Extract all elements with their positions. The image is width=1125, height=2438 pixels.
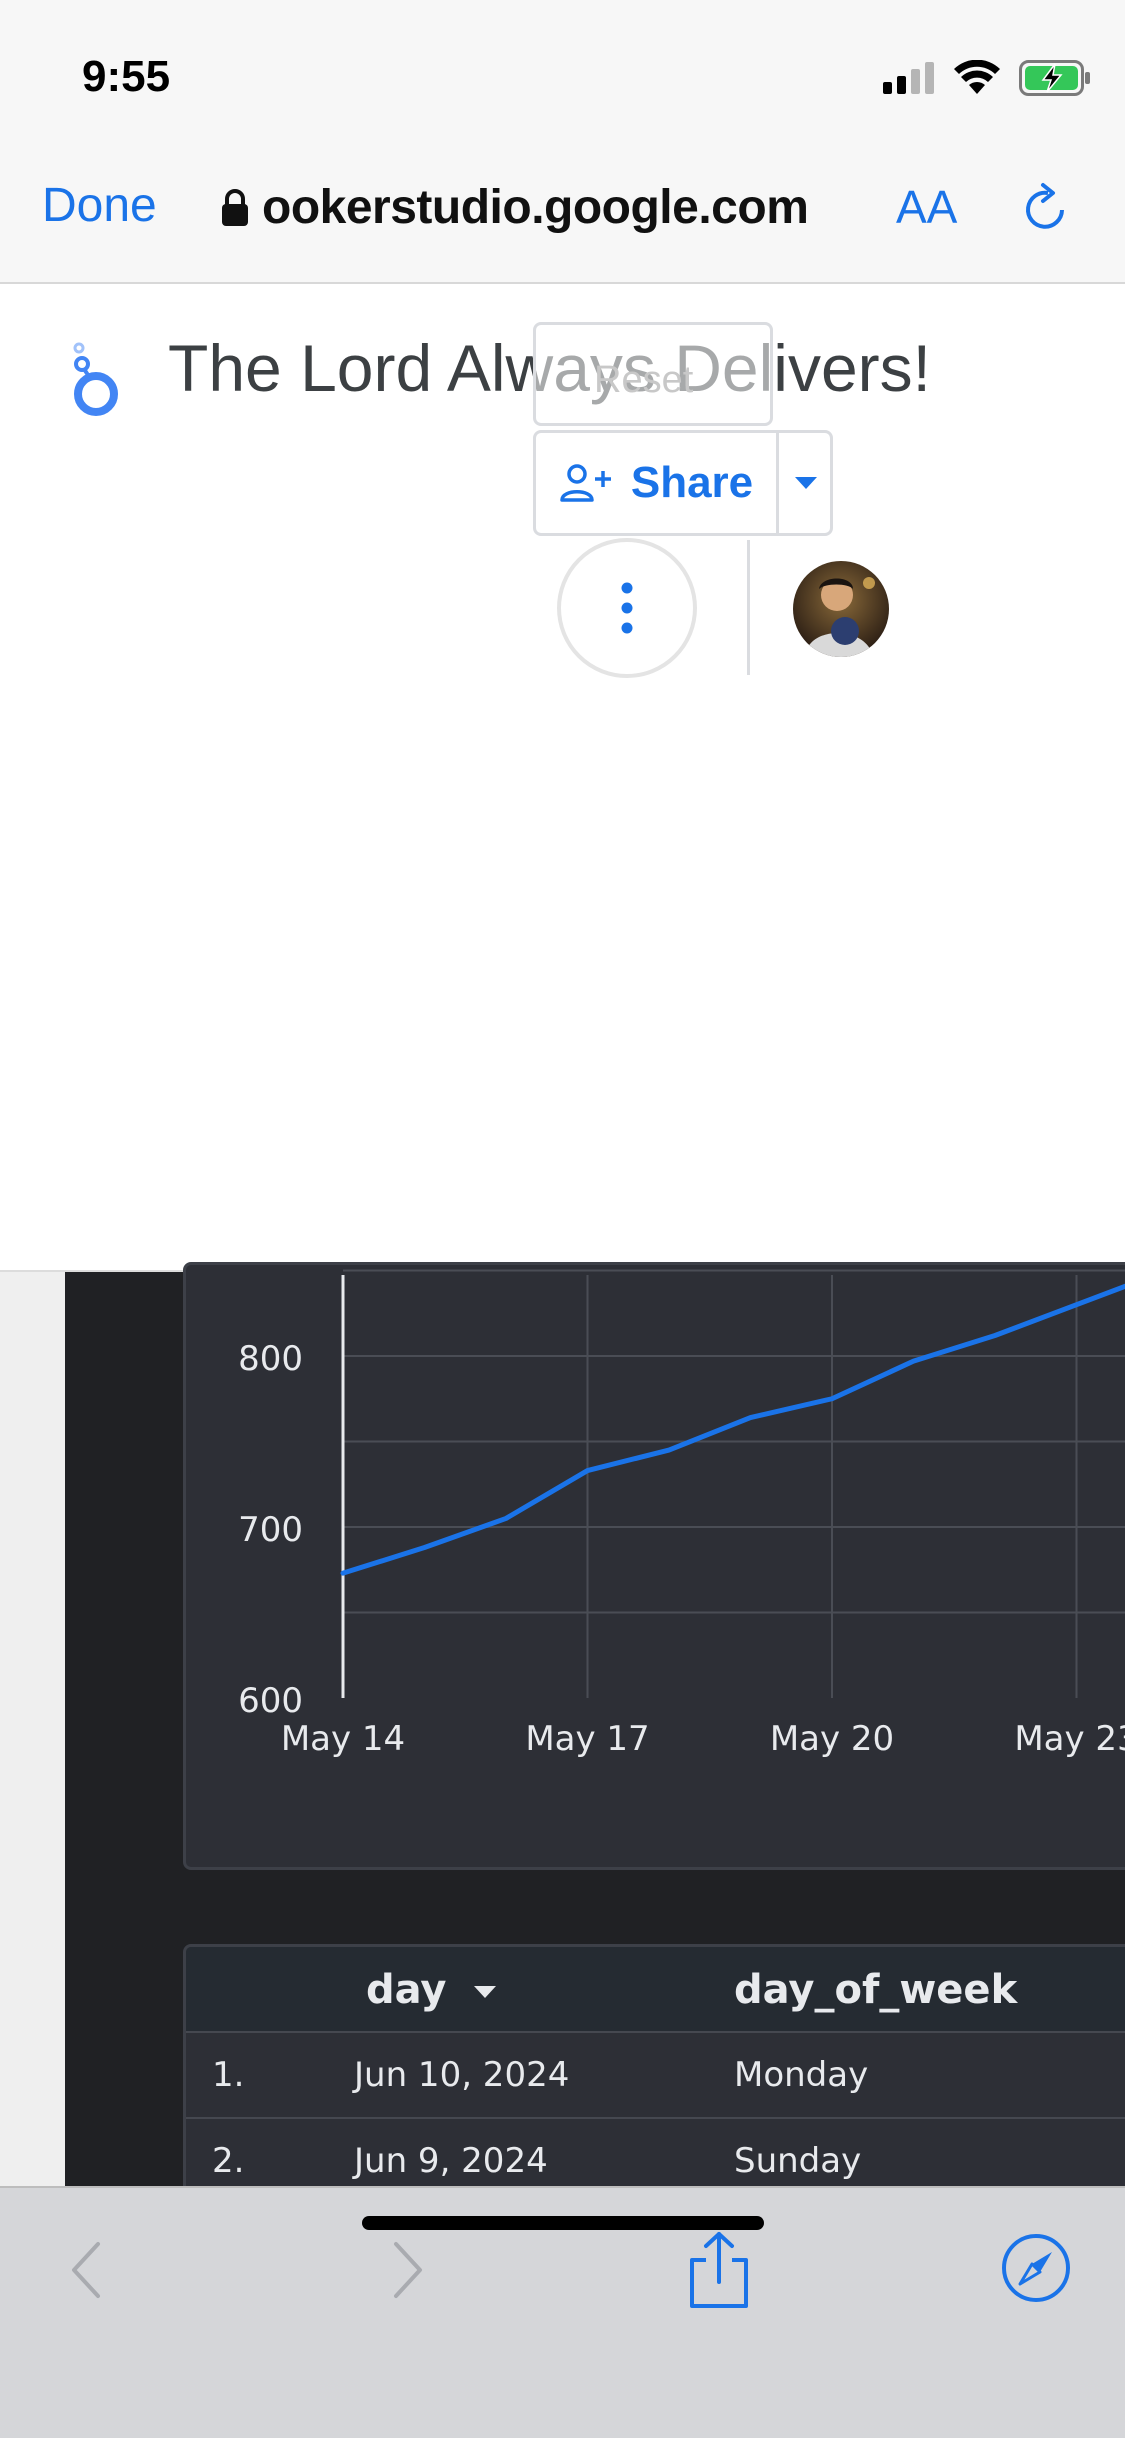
time-series-chart[interactable]: 600 700 800 May 14 May 17 May 20 May 23 [183, 1262, 1125, 1870]
chevron-left-icon[interactable] [66, 2238, 106, 2302]
caret-down-icon [795, 477, 817, 489]
column-header-day[interactable]: day [366, 1967, 497, 2013]
table-row[interactable]: 1. Jun 10, 2024 Monday [186, 2033, 1125, 2119]
reload-icon[interactable] [1018, 180, 1074, 240]
reset-button[interactable]: Reset [533, 322, 773, 426]
more-vertical-icon [621, 582, 633, 634]
y-tick-label: 700 [238, 1510, 303, 1550]
more-options-button[interactable] [557, 538, 697, 678]
report-canvas[interactable]: 600 700 800 May 14 May 17 May 20 May 23 day da… [0, 1262, 1125, 2204]
cell-day: Jun 9, 2024 [354, 2141, 548, 2181]
data-table[interactable]: day day_of_week 1. Jun 10, 2024 Monday 2… [183, 1944, 1125, 2204]
y-tick-label: 800 [238, 1339, 303, 1379]
row-index: 1. [212, 2055, 245, 2095]
share-label: Share [630, 458, 754, 507]
table-header: day day_of_week [186, 1947, 1125, 2033]
report-page: 600 700 800 May 14 May 17 May 20 May 23 day da… [65, 1262, 1125, 2204]
share-options-dropdown[interactable] [779, 433, 833, 533]
cellular-signal-icon [883, 62, 934, 94]
looker-studio-logo-icon [73, 342, 118, 416]
cell-day-of-week: Monday [734, 2055, 869, 2095]
column-header-day-of-week[interactable]: day_of_week [734, 1967, 1017, 2013]
share-icon[interactable] [684, 2230, 754, 2310]
x-tick-label: May 14 [281, 1719, 405, 1759]
status-time: 9:55 [82, 52, 171, 101]
share-button[interactable]: Share [536, 433, 776, 533]
share-button-group: Share [533, 430, 833, 536]
cell-day: Jun 10, 2024 [354, 2055, 570, 2095]
url-text: ookerstudio.google.com [262, 181, 809, 234]
sort-desc-icon [474, 1986, 497, 1998]
reset-label: Reset [594, 359, 694, 401]
y-tick-label: 600 [238, 1681, 303, 1721]
add-person-icon [560, 464, 611, 502]
x-tick-label: May 17 [525, 1719, 649, 1759]
url-bar[interactable]: ookerstudio.google.com [220, 180, 809, 235]
chart-svg: 600 700 800 May 14 May 17 May 20 May 23 [238, 1269, 1125, 1759]
avatar[interactable] [793, 561, 889, 657]
row-index: 2. [212, 2141, 245, 2181]
series-line [340, 1283, 1125, 1576]
x-tick-label: May 20 [770, 1719, 894, 1759]
battery-charging-icon [1019, 60, 1090, 96]
text-size-button[interactable]: AA [896, 180, 957, 234]
user-photo [793, 561, 889, 657]
home-indicator[interactable] [362, 2216, 764, 2230]
lock-icon [222, 188, 248, 226]
x-tick-label: May 23 [1014, 1719, 1125, 1759]
status-icons [883, 60, 1091, 96]
status-bar: 9:55 [0, 0, 1125, 150]
chevron-right-icon[interactable] [388, 2238, 428, 2302]
header-divider [747, 540, 750, 675]
wifi-icon [954, 60, 1000, 94]
compass-icon[interactable] [1000, 2232, 1072, 2304]
cell-day-of-week: Sunday [734, 2141, 862, 2181]
done-button[interactable]: Done [42, 178, 157, 233]
browser-header: Done ookerstudio.google.com AA [0, 150, 1125, 284]
